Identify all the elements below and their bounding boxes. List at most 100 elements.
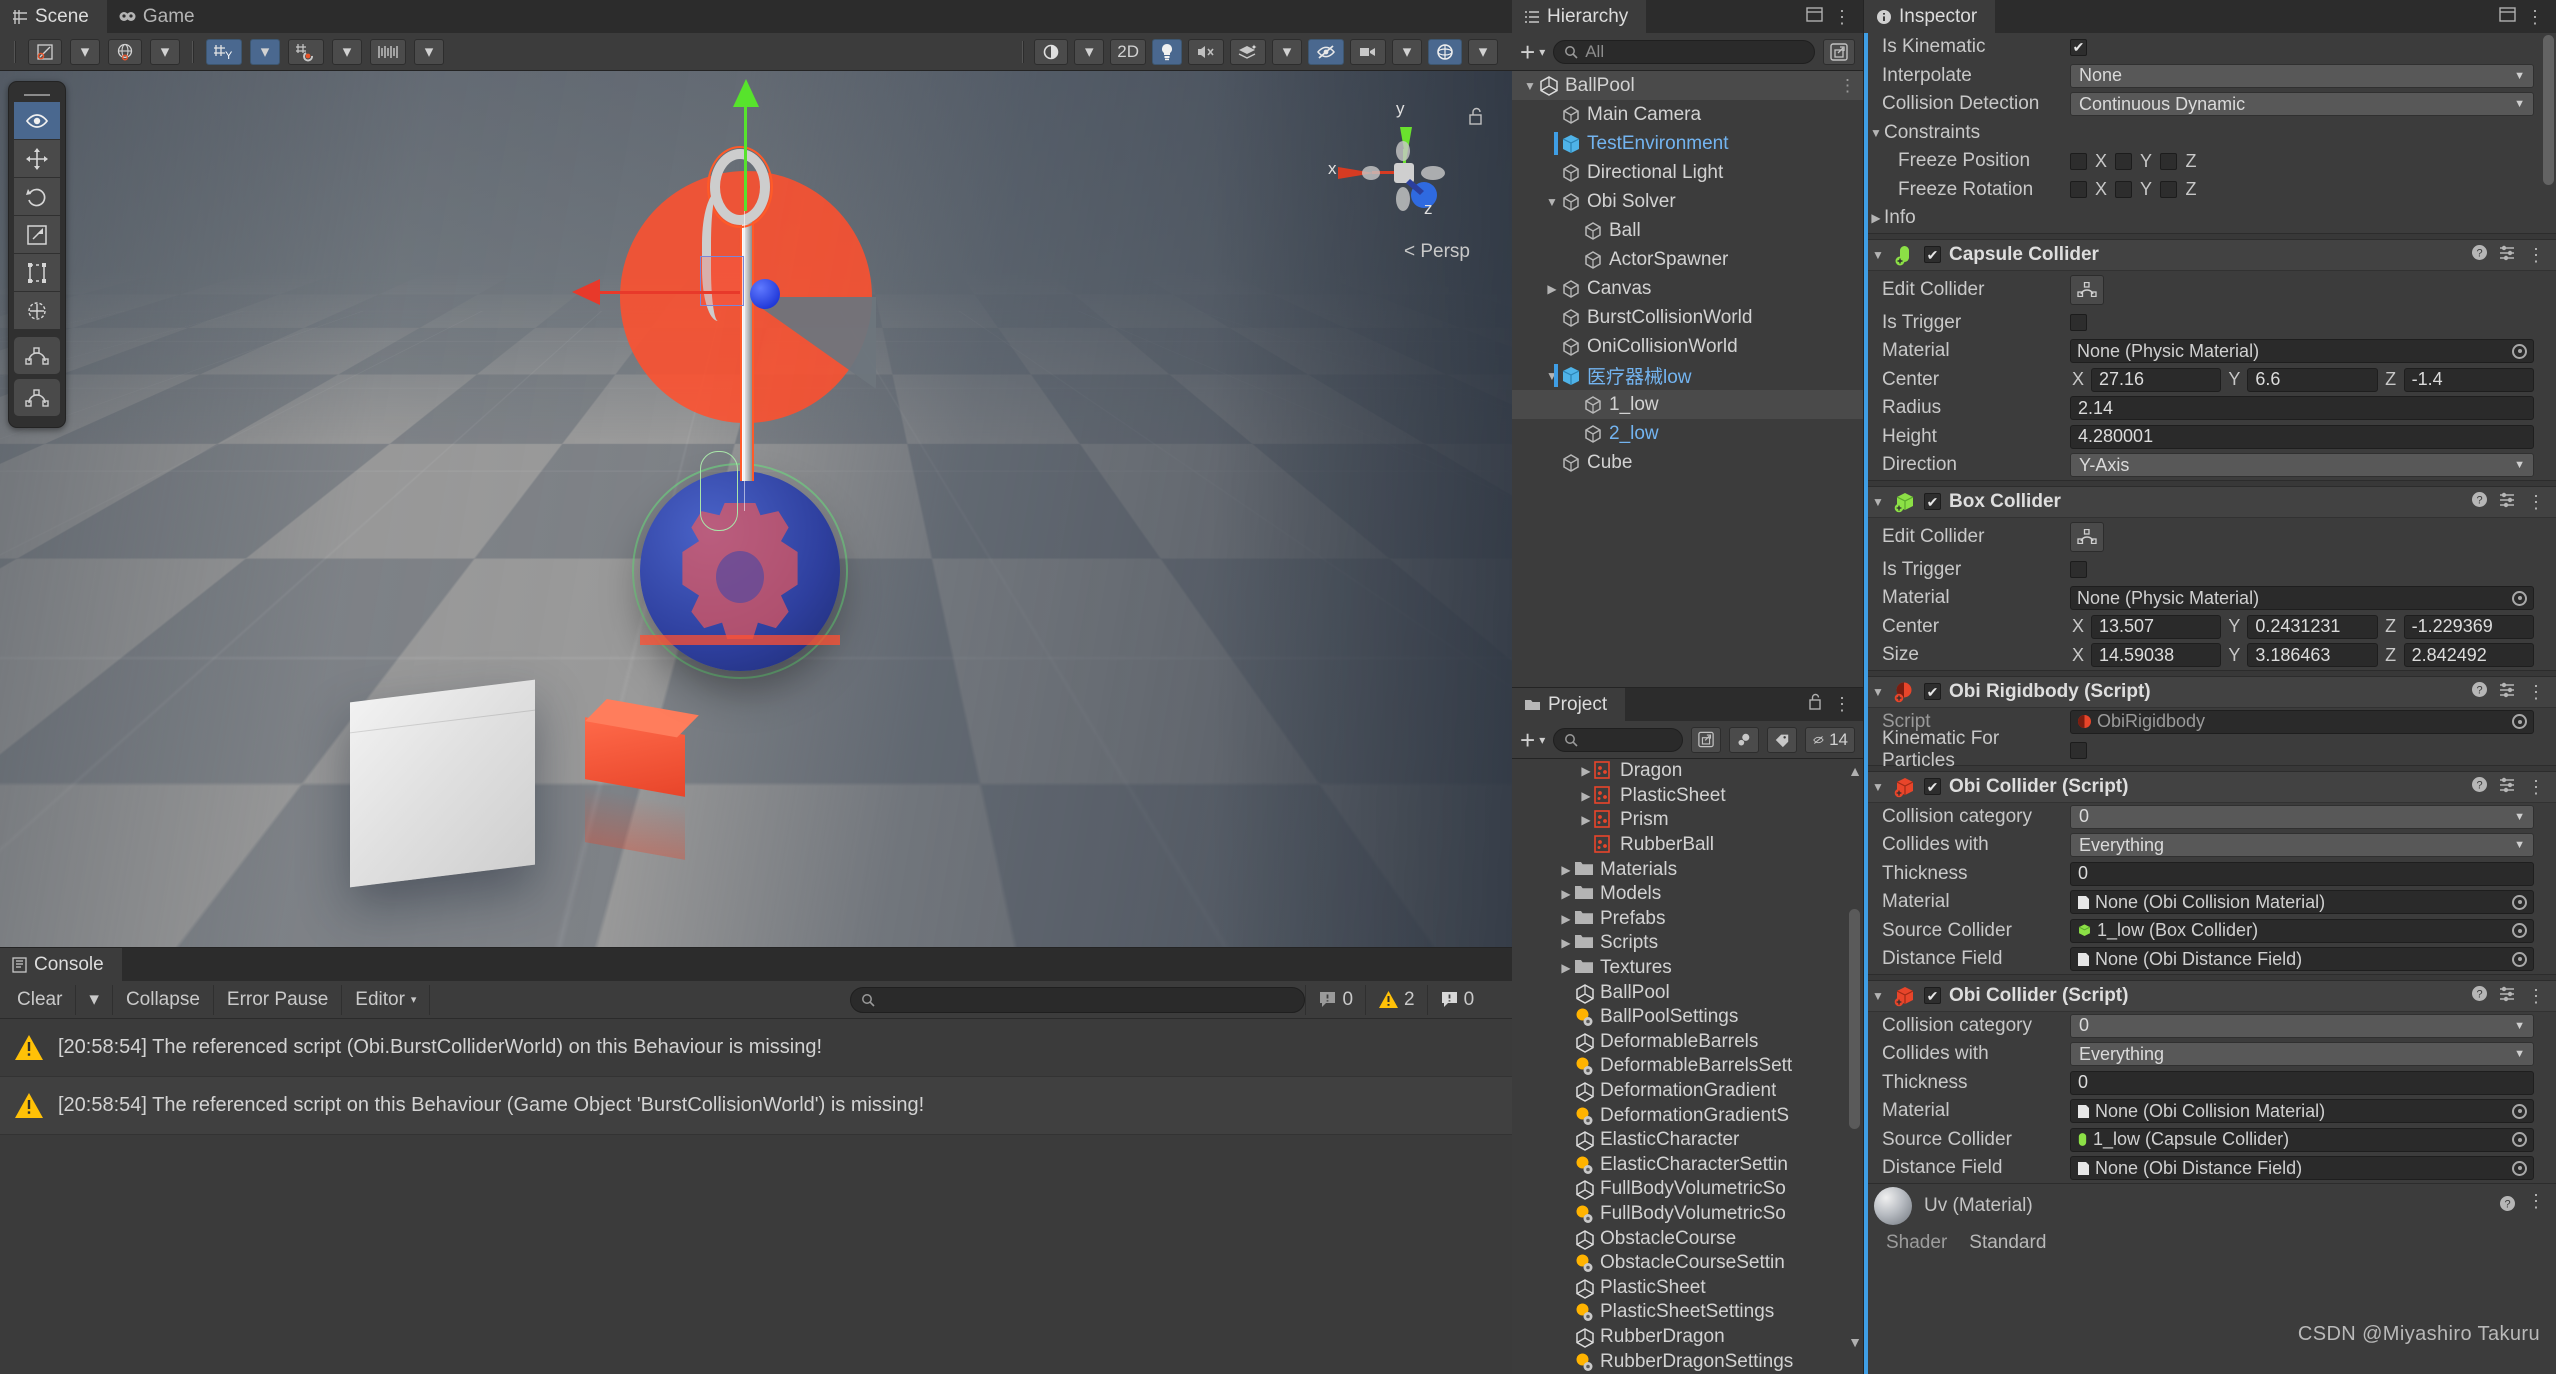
hierarchy-item--low[interactable]: ▼医疗器械low [1512,361,1863,390]
obi2-distance-field-object-field[interactable]: None (Obi Distance Field) [2070,1156,2534,1180]
project-item[interactable]: ▼DeformableBarrelsSett [1512,1054,1863,1079]
project-item[interactable]: ▼PlasticSheet [1512,1275,1863,1300]
scene-context-menu-icon[interactable]: ⋮ [1839,76,1857,96]
obi2-collision-category-dropdown[interactable]: 0▼ [2070,1014,2534,1038]
pivot-mode-dropdown[interactable]: ▾ [70,39,100,65]
grid-axis-button[interactable]: Y [206,39,242,65]
scene-lighting-button[interactable] [1152,39,1182,65]
console-log-list[interactable]: [20:58:54] The referenced script (Obi.Bu… [0,1019,1512,1374]
camera-settings-dropdown[interactable]: ▾ [1392,39,1422,65]
hierarchy-item-2-low[interactable]: ▼2_low [1512,419,1863,448]
gizmos-dropdown[interactable]: ▾ [1468,39,1498,65]
capsule-collider-enabled-checkbox[interactable] [1924,246,1941,263]
project-asset-tree[interactable]: ▲ ▼ ▶Dragon▶PlasticSheet▶Prism▼RubberBal… [1512,759,1863,1374]
object-picker-icon[interactable] [2512,923,2527,938]
gizmo-lock-icon[interactable] [1468,107,1484,130]
rect-tool-button[interactable] [14,254,60,292]
grid-snapping-button[interactable] [288,39,324,65]
project-item[interactable]: ▶Prism [1512,808,1863,833]
project-item[interactable]: ▼PlasticSheetSettings [1512,1300,1863,1325]
preset-icon[interactable] [2499,681,2516,703]
grid-size-button[interactable] [370,39,406,65]
scene-viewport[interactable]: y x z [0,71,1512,947]
scene-object-cube[interactable] [350,680,535,888]
object-picker-icon[interactable] [2512,344,2527,359]
box-collider-header[interactable]: ▼ Box Collider ? ⋮ [1864,486,2556,518]
clear-dropdown[interactable]: ▾ [76,985,113,1015]
inspector-body[interactable]: Is Kinematic Interpolate None▼ Collision… [1864,33,2556,1374]
hierarchy-item-cube[interactable]: ▼Cube [1512,448,1863,477]
box-size-x-input[interactable]: 14.59038 [2091,643,2221,667]
fx-dropdown[interactable]: ▾ [1272,39,1302,65]
scene-audio-button[interactable] [1188,39,1224,65]
obi-collider-2-enabled-checkbox[interactable] [1924,987,1941,1004]
freeze-position-x-checkbox[interactable] [2070,153,2087,170]
obi-rigidbody-enabled-checkbox[interactable] [1924,683,1941,700]
box-center-x-input[interactable]: 13.507 [2091,615,2221,639]
chevron-right-icon[interactable]: ▶ [1558,912,1574,926]
obi-collider-1-header[interactable]: ▼ Obi Collider (Script) ? ⋮ [1864,771,2556,803]
rotate-tool-button[interactable] [14,178,60,216]
panel-menu-icon[interactable]: ⋮ [1833,698,1851,710]
console-search-input[interactable] [850,987,1305,1013]
hierarchy-item-ball[interactable]: ▼Ball [1512,216,1863,245]
move-gizmo-y-axis[interactable] [744,101,747,211]
obi1-collision-category-dropdown[interactable]: 0▼ [2070,805,2534,829]
project-item[interactable]: ▼RubberDragon [1512,1325,1863,1350]
pivot-mode-button[interactable] [28,39,62,65]
tab-console[interactable]: Console [0,948,122,981]
chevron-down-icon[interactable]: ▼ [1522,79,1538,93]
object-picker-icon[interactable] [2512,591,2527,606]
constraints-foldout-row[interactable]: ▼ Constraints [1864,119,2556,148]
project-item[interactable]: ▼ElasticCharacter [1512,1128,1863,1153]
grid-size-dropdown[interactable]: ▾ [414,39,444,65]
hierarchy-item-directional-light[interactable]: ▼Directional Light [1512,158,1863,187]
capsule-is-trigger-checkbox[interactable] [2070,314,2087,331]
obi1-collides-with-dropdown[interactable]: Everything▼ [2070,833,2534,857]
hierarchy-open-in-new-button[interactable] [1823,39,1855,65]
warning-counter[interactable]: 2 [1365,985,1427,1015]
help-icon[interactable]: ? [2471,491,2488,513]
project-scrollbar[interactable] [1849,909,1860,1129]
capsule-edit-collider-button[interactable] [2070,275,2104,305]
panel-menu-icon[interactable]: ⋮ [1833,11,1851,23]
obi1-thickness-input[interactable]: 0 [2070,862,2534,886]
is-kinematic-checkbox[interactable] [2070,39,2087,56]
object-picker-icon[interactable] [2512,1104,2527,1119]
project-item[interactable]: ▼BallPoolSettings [1512,1005,1863,1030]
capsule-material-object-field[interactable]: None (Physic Material) [2070,339,2534,363]
project-item[interactable]: ▶Prefabs [1512,907,1863,932]
error-counter[interactable]: 0 [1427,985,1487,1015]
project-filter-type-button[interactable] [1729,727,1759,753]
obi-collider-1-enabled-checkbox[interactable] [1924,778,1941,795]
hierarchy-item-onicollisionworld[interactable]: ▼OniCollisionWorld [1512,332,1863,361]
help-icon[interactable]: ? [2471,244,2488,266]
kinematic-for-particles-checkbox[interactable] [2070,742,2087,759]
gizmos-button[interactable] [1428,39,1462,65]
project-item[interactable]: ▼FullBodyVolumetricSo [1512,1177,1863,1202]
preset-icon[interactable] [2499,244,2516,266]
interpolate-dropdown[interactable]: None▼ [2070,64,2534,88]
scale-tool-button[interactable] [14,216,60,254]
tab-game[interactable]: Game [107,0,213,33]
hierarchy-item-burstcollisionworld[interactable]: ▼BurstCollisionWorld [1512,303,1863,332]
lock-icon[interactable] [1808,693,1823,715]
panel-menu-icon[interactable]: ⋮ [2526,11,2544,23]
shading-mode-dropdown[interactable]: ▾ [1074,39,1104,65]
chevron-down-icon[interactable]: ▼ [1544,195,1560,209]
scene-projection-label[interactable]: < Persp [1404,241,1470,263]
capsule-center-z-input[interactable]: -1.4 [2404,368,2534,392]
project-item[interactable]: ▼RubberBall [1512,833,1863,858]
project-item[interactable]: ▼BallPool [1512,980,1863,1005]
log-row[interactable]: [20:58:54] The referenced script on this… [0,1077,1512,1135]
object-picker-icon[interactable] [2512,895,2527,910]
project-search-input[interactable] [1553,728,1683,752]
help-icon[interactable]: ? [2471,776,2488,798]
preset-icon[interactable] [2499,985,2516,1007]
grid-snapping-dropdown[interactable]: ▾ [332,39,362,65]
project-item[interactable]: ▶Scripts [1512,931,1863,956]
obi2-source-collider-object-field[interactable]: 1_low (Capsule Collider) [2070,1128,2534,1152]
capsule-direction-dropdown[interactable]: Y-Axis▼ [2070,453,2534,477]
hierarchy-item-obi-solver[interactable]: ▼Obi Solver [1512,187,1863,216]
project-item[interactable]: ▶Dragon [1512,759,1863,784]
